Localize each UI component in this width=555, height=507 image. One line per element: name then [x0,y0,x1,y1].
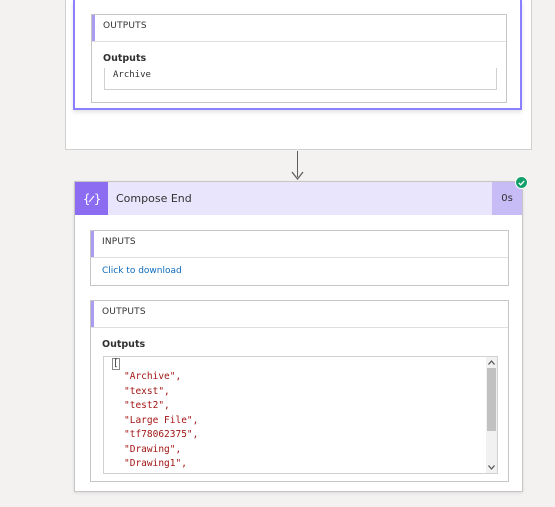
compose-braces-icon: { } [75,182,108,215]
previous-outputs-value: Archive [113,70,151,80]
inputs-section: INPUTS Click to download [90,230,509,286]
previous-outputs-title: OUTPUTS [103,21,147,31]
outputs-section: OUTPUTS Outputs [ "Archive", "texst", "t… [90,300,509,482]
previous-outputs-value-box[interactable]: Archive [104,68,497,90]
previous-outputs-section: OUTPUTS Outputs Archive [91,14,507,103]
json-line: "test2", [124,400,170,411]
json-line: "Large File", [124,414,199,426]
previous-outputs-header[interactable]: OUTPUTS [92,15,506,42]
inputs-header[interactable]: INPUTS [91,231,508,258]
arrow-down-icon [291,171,304,181]
compose-end-header[interactable]: { } Compose End 0s [75,182,522,215]
outputs-label: Outputs [102,339,146,350]
outputs-scrollbar[interactable] [486,357,497,473]
scroll-down-icon[interactable] [486,462,497,473]
outputs-json-box[interactable]: [ "Archive", "texst", "test2", "Large Fi… [103,356,498,474]
svg-text:}: } [94,192,101,206]
success-check-icon [515,176,528,189]
scrollbar-thumb[interactable] [487,368,496,431]
json-line: "texst", [124,385,170,397]
svg-text:{: { [83,192,90,206]
previous-outputs-label: Outputs [103,53,147,64]
json-line: "Drawing", [124,443,182,455]
previous-action-card: OUTPUTS Outputs Archive [73,0,522,110]
outputs-header[interactable]: OUTPUTS [91,301,508,328]
outputs-title: OUTPUTS [102,307,146,317]
scroll-up-icon[interactable] [486,357,497,368]
compose-end-card: { } Compose End 0s INPUTS Click to downl… [74,181,523,492]
compose-end-title: Compose End [116,192,192,205]
json-open-bracket: [ [112,358,120,370]
download-inputs-link[interactable]: Click to download [102,266,182,276]
json-line: "Archive", [124,371,182,382]
json-line: "tf78062375", [124,429,199,440]
inputs-title: INPUTS [102,237,136,247]
json-line: "Drawing1", [124,458,187,469]
